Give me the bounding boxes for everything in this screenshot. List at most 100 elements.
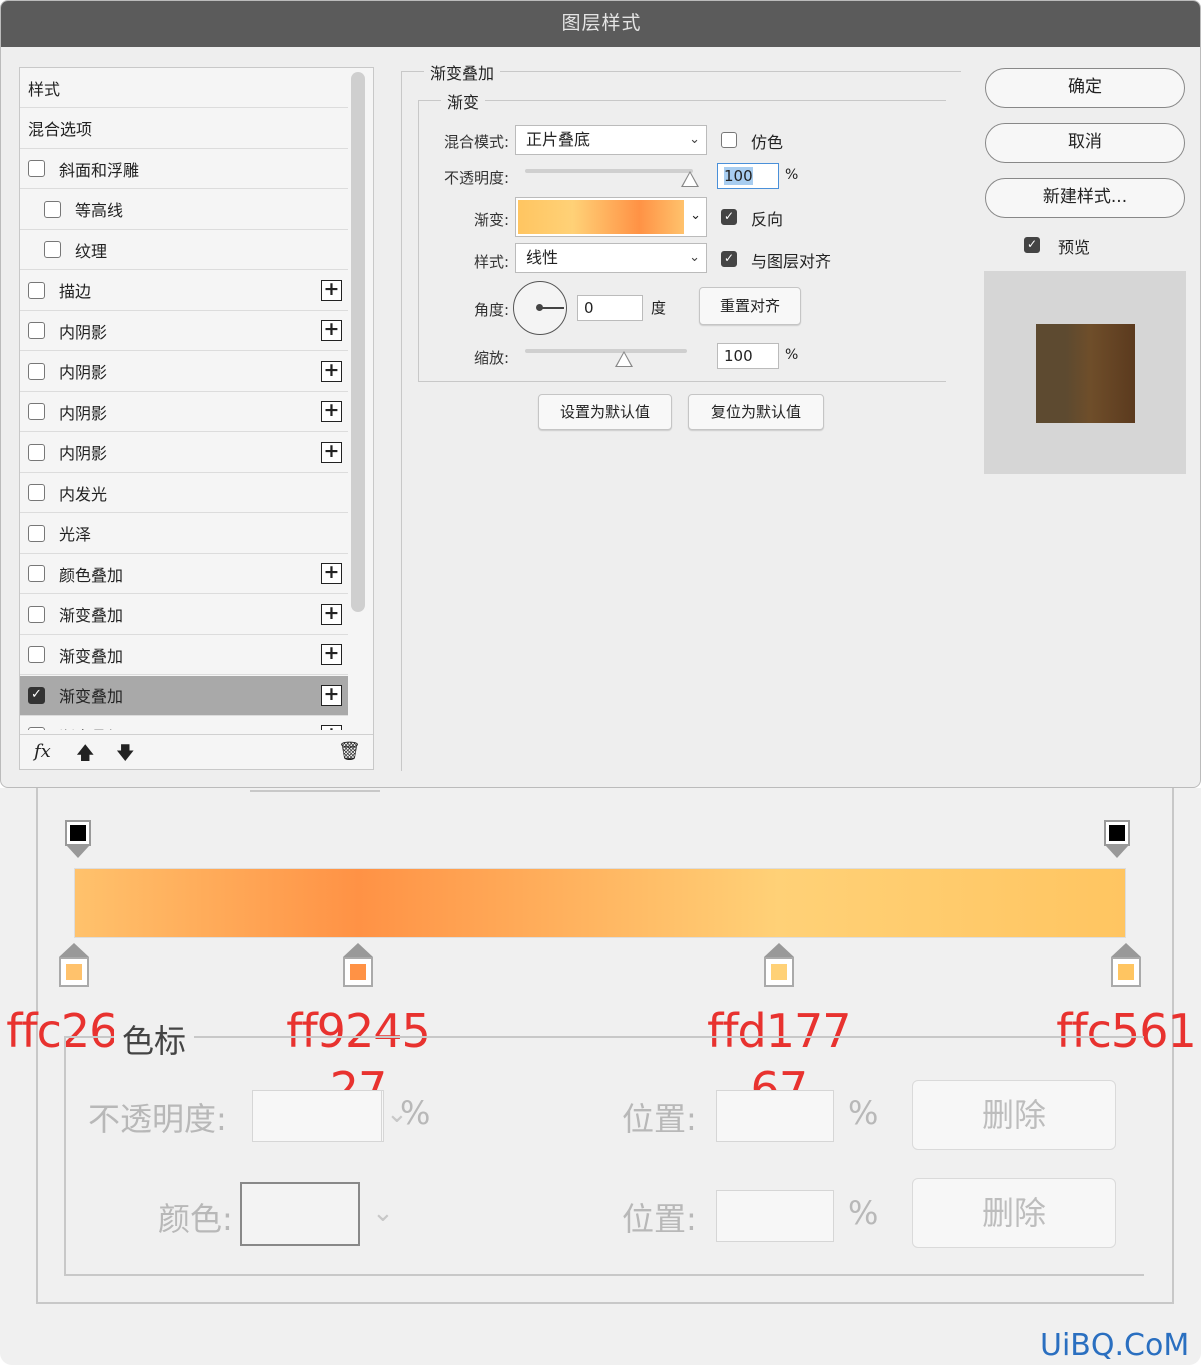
blend-mode-select[interactable]: 正片叠底 ⌄: [515, 125, 707, 155]
style-checkbox[interactable]: [28, 443, 45, 461]
style-list-item-label: 描边: [59, 282, 92, 301]
style-list-item-label: 渐变叠加: [59, 687, 124, 706]
style-checkbox[interactable]: [28, 281, 45, 299]
style-list-item-label: 样式: [28, 79, 61, 99]
chevron-down-icon[interactable]: ⌄: [372, 1198, 394, 1228]
trash-icon[interactable]: 🗑: [338, 741, 361, 762]
style-checkbox[interactable]: [28, 322, 45, 339]
align-layer-label: 与图层对齐: [751, 252, 832, 271]
style-checkbox[interactable]: [28, 565, 45, 582]
angle-dial-center: [536, 304, 543, 311]
gradient-picker[interactable]: ⌄: [515, 197, 707, 237]
gradient-preview[interactable]: [518, 200, 684, 234]
angle-dial[interactable]: [513, 281, 567, 335]
color-stop[interactable]: [763, 943, 794, 987]
style-checkbox[interactable]: [28, 484, 45, 501]
new-style-button[interactable]: 新建样式...: [985, 178, 1185, 218]
opacity-slider-thumb[interactable]: [681, 171, 699, 187]
scale-slider-thumb[interactable]: [615, 351, 633, 367]
angle-input[interactable]: 0: [577, 295, 643, 321]
move-down-icon[interactable]: 🡇: [116, 741, 135, 771]
delete-opacity-stop-button[interactable]: 删除: [912, 1080, 1116, 1150]
preview-checkbox[interactable]: ✓: [1024, 237, 1040, 253]
add-effect-icon[interactable]: +: [321, 320, 342, 341]
opacity-stop-right[interactable]: [1104, 820, 1130, 858]
style-checkbox[interactable]: [28, 605, 45, 623]
style-list-item[interactable]: 渐变叠加 +: [20, 595, 348, 635]
fx-icon[interactable]: fx: [34, 741, 51, 762]
style-checkbox[interactable]: [28, 403, 45, 420]
style-list-item[interactable]: 纹理: [20, 230, 348, 270]
style-list-item[interactable]: 描边 +: [20, 271, 348, 311]
style-checkbox[interactable]: [28, 524, 45, 542]
dither-checkbox[interactable]: [721, 132, 737, 148]
scale-input[interactable]: 100: [717, 343, 779, 369]
gradient-bar[interactable]: [74, 868, 1126, 938]
style-checkbox[interactable]: ✓: [28, 686, 45, 704]
style-checkbox[interactable]: [44, 241, 61, 258]
style-list-item[interactable]: 混合选项: [20, 109, 348, 149]
reset-align-button[interactable]: 重置对齐: [699, 287, 801, 325]
color-stop[interactable]: [343, 943, 374, 987]
add-effect-icon[interactable]: +: [321, 725, 342, 730]
style-list-item[interactable]: ✓ 渐变叠加 +: [20, 675, 348, 716]
style-list-item[interactable]: 内阴影 +: [20, 352, 348, 392]
stops-group: 色标 不透明度: ⌄ % 位置: % 删除 颜色: ⌄ 位置: % 删除: [64, 1016, 1144, 1276]
add-effect-icon[interactable]: +: [321, 360, 342, 382]
angle-dial-needle: [540, 307, 564, 309]
style-list-item[interactable]: 样式: [20, 68, 348, 108]
opacity-slider[interactable]: [525, 169, 693, 173]
ok-button[interactable]: 确定: [985, 68, 1185, 108]
preview-area: [984, 271, 1186, 474]
delete-color-stop-button[interactable]: 删除: [912, 1178, 1116, 1248]
group-title: 渐变: [441, 89, 486, 113]
set-default-button[interactable]: 设置为默认值: [538, 394, 672, 430]
opacity-stop-left[interactable]: [65, 820, 91, 858]
add-effect-icon[interactable]: +: [321, 401, 342, 422]
move-up-icon[interactable]: 🡅: [76, 741, 95, 771]
style-list-item[interactable]: 渐变叠加 +: [20, 716, 348, 730]
style-list-item[interactable]: 等高线: [20, 190, 348, 230]
style-list-item[interactable]: 内阴影 +: [20, 311, 348, 351]
stop-opacity-input[interactable]: ⌄: [252, 1090, 408, 1142]
scale-slider[interactable]: [525, 349, 687, 353]
color-stop[interactable]: [1111, 943, 1141, 987]
reverse-checkbox[interactable]: ✓: [721, 209, 737, 225]
scale-label: 缩放:: [473, 349, 509, 367]
style-list-item[interactable]: 内发光: [20, 473, 348, 513]
style-checkbox[interactable]: [28, 727, 45, 730]
opacity-input[interactable]: 100: [717, 163, 779, 189]
editor-top-tab: [250, 788, 380, 792]
style-list-item[interactable]: 内阴影 +: [20, 433, 348, 473]
style-checkbox[interactable]: [44, 200, 61, 218]
reset-default-button[interactable]: 复位为默认值: [688, 394, 824, 430]
style-list-item[interactable]: 颜色叠加 +: [20, 554, 348, 594]
add-effect-icon[interactable]: +: [321, 441, 342, 463]
style-select[interactable]: 线性 ⌄: [515, 243, 707, 273]
style-list-item[interactable]: 斜面和浮雕: [20, 149, 348, 189]
stop-opacity-location-input[interactable]: [716, 1090, 834, 1142]
gradient-editor: ffc26c ff9245 27 ffd177 67 ffc561 色标 不透明度: ⌄ …: [0, 788, 1201, 1365]
style-checkbox[interactable]: [28, 160, 45, 177]
style-list-scrollbar[interactable]: [351, 72, 365, 612]
blend-mode-label: 混合模式:: [443, 133, 509, 151]
chevron-down-icon[interactable]: ⌄: [690, 208, 701, 223]
style-checkbox[interactable]: [28, 362, 45, 380]
style-list-item[interactable]: 内阴影 +: [20, 392, 348, 432]
opacity-label: 不透明度:: [443, 169, 509, 187]
cancel-button[interactable]: 取消: [985, 123, 1185, 163]
style-checkbox[interactable]: [28, 646, 45, 663]
align-layer-checkbox[interactable]: ✓: [721, 251, 737, 267]
add-effect-icon[interactable]: +: [321, 684, 342, 706]
opacity-value: 100: [724, 167, 753, 185]
stop-color-location-input[interactable]: [716, 1190, 834, 1242]
style-list-item[interactable]: 渐变叠加 +: [20, 635, 348, 675]
stop-color-swatch[interactable]: [240, 1182, 360, 1246]
add-effect-icon[interactable]: +: [321, 644, 342, 665]
add-effect-icon[interactable]: +: [321, 603, 342, 625]
style-list-item[interactable]: 光泽: [20, 514, 348, 554]
style-list-item-label: 混合选项: [28, 120, 93, 139]
color-stop[interactable]: [59, 943, 89, 987]
add-effect-icon[interactable]: +: [321, 279, 342, 301]
add-effect-icon[interactable]: +: [321, 563, 342, 584]
